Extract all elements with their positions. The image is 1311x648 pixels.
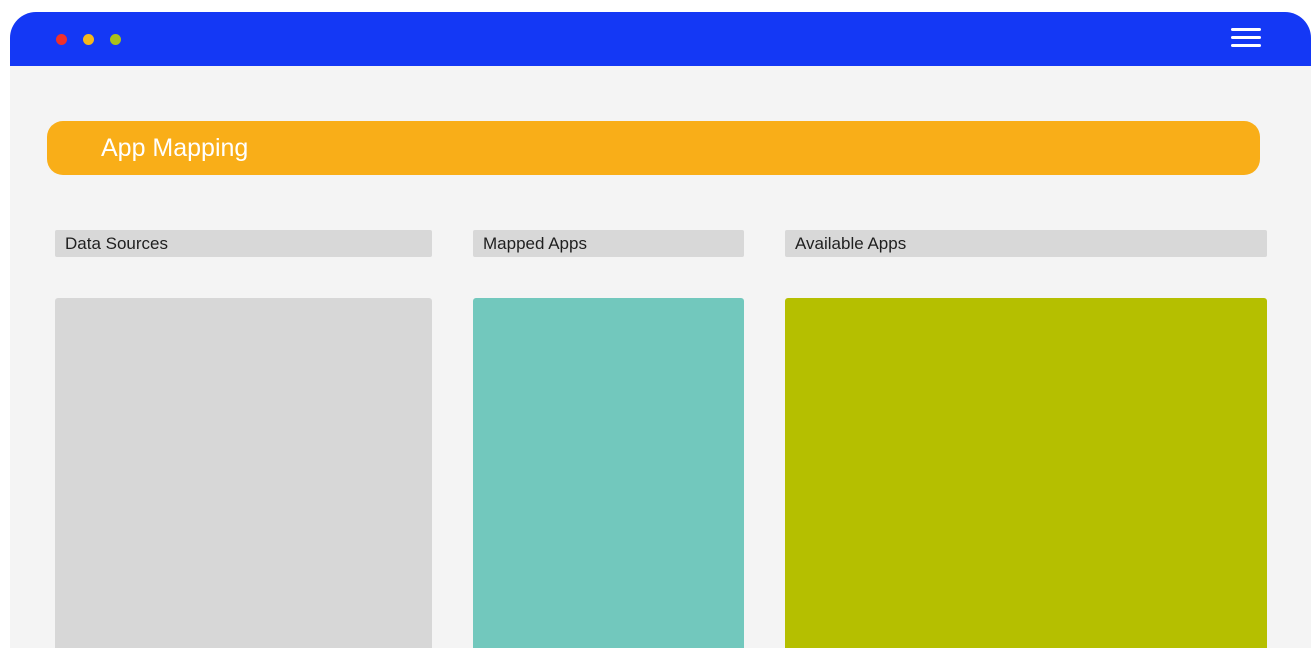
app-window: App Mapping Data Sources Mapped Apps Ava… xyxy=(10,12,1311,648)
close-dot-icon[interactable] xyxy=(56,34,67,45)
page-banner: App Mapping xyxy=(47,121,1260,175)
mapped-apps-panel[interactable] xyxy=(473,298,744,648)
page-title: App Mapping xyxy=(101,134,249,162)
menu-line xyxy=(1231,44,1261,47)
column-header-available-apps: Available Apps xyxy=(785,230,1267,257)
column-header-label: Data Sources xyxy=(65,234,168,253)
hamburger-menu-icon[interactable] xyxy=(1231,26,1261,50)
column-header-label: Mapped Apps xyxy=(483,234,587,253)
maximize-dot-icon[interactable] xyxy=(110,34,121,45)
available-apps-panel[interactable] xyxy=(785,298,1267,648)
column-header-label: Available Apps xyxy=(795,234,907,253)
column-header-mapped-apps: Mapped Apps xyxy=(473,230,744,257)
title-bar xyxy=(10,12,1311,66)
minimize-dot-icon[interactable] xyxy=(83,34,94,45)
menu-line xyxy=(1231,28,1261,31)
menu-line xyxy=(1231,36,1261,39)
column-header-data-sources: Data Sources xyxy=(55,230,432,257)
data-sources-panel[interactable] xyxy=(55,298,432,648)
